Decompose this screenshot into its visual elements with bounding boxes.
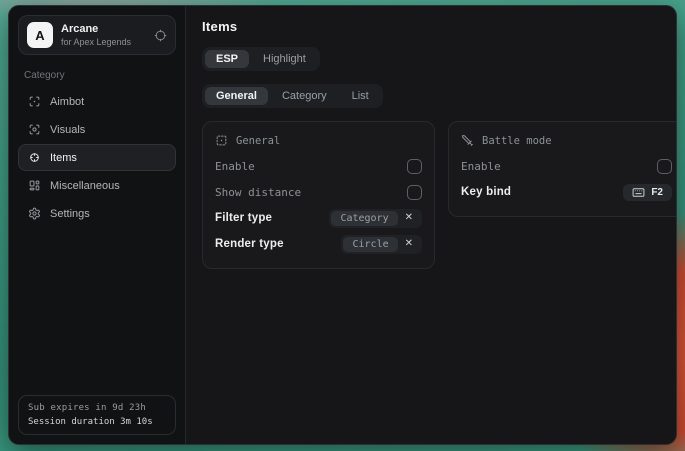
subscription-card: Sub expires in 9d 23h Session duration 3…	[18, 395, 176, 435]
sidebar-item-label: Visuals	[50, 124, 85, 136]
general-card: General Enable Show distance Filter type…	[202, 121, 435, 269]
app-logo: A	[27, 22, 53, 48]
filter-type-clear-x-icon[interactable]: ✕	[398, 213, 420, 223]
app-subtitle: for Apex Legends	[61, 37, 131, 47]
mode-tabs: ESP Highlight	[202, 47, 320, 71]
sidebar-item-miscellaneous[interactable]: Miscellaneous	[18, 172, 176, 199]
battle-mode-card: Battle mode Enable Key bind	[448, 121, 677, 217]
render-type-value[interactable]: Circle	[343, 237, 397, 252]
sidebar-item-settings[interactable]: Settings	[18, 200, 176, 227]
battle-enable-label: Enable	[461, 160, 501, 173]
sidebar-item-label: Miscellaneous	[50, 180, 120, 192]
filter-type-label: Filter type	[215, 212, 272, 224]
page-title: Items	[202, 19, 677, 34]
view-tabs: General Category List	[202, 84, 383, 108]
render-type-row: Render type Circle ✕	[215, 231, 422, 257]
app-window: A Arcane for Apex Legends Category	[8, 5, 677, 445]
show-distance-label: Show distance	[215, 186, 301, 199]
key-bind-row: Key bind F2	[461, 179, 672, 205]
tab-general[interactable]: General	[205, 87, 268, 105]
tab-list[interactable]: List	[341, 87, 380, 105]
render-type-select[interactable]: Circle ✕	[341, 235, 422, 254]
render-type-clear-x-icon[interactable]: ✕	[398, 239, 420, 249]
battle-enable-checkbox[interactable]	[657, 159, 672, 174]
category-label: Category	[24, 70, 170, 81]
general-card-title: General	[236, 135, 280, 147]
visuals-scan-eye-icon	[28, 123, 41, 136]
sidebar-nav: Aimbot Visuals Items	[18, 88, 176, 227]
app-name: Arcane	[61, 23, 131, 35]
aimbot-scan-icon	[28, 95, 41, 108]
keyboard-icon	[632, 187, 645, 198]
sidebar-item-aimbot[interactable]: Aimbot	[18, 88, 176, 115]
filter-type-select[interactable]: Category ✕	[329, 209, 422, 228]
sidebar-item-label: Items	[50, 152, 77, 164]
battle-mode-card-header: Battle mode	[461, 134, 672, 147]
show-distance-row: Show distance	[215, 179, 422, 205]
key-bind-value: F2	[651, 187, 663, 198]
tab-esp[interactable]: ESP	[205, 50, 249, 68]
enable-checkbox[interactable]	[407, 159, 422, 174]
tab-category[interactable]: Category	[271, 87, 338, 105]
show-distance-checkbox[interactable]	[407, 185, 422, 200]
enable-row: Enable	[215, 153, 422, 179]
sidebar-spacer	[18, 227, 176, 395]
sidebar-item-visuals[interactable]: Visuals	[18, 116, 176, 143]
general-card-header: General	[215, 134, 422, 147]
sidebar-item-label: Settings	[50, 208, 90, 220]
key-bind-button[interactable]: F2	[623, 184, 672, 201]
main-panel: Items ESP Highlight General Category Lis…	[186, 6, 677, 444]
enable-label: Enable	[215, 160, 255, 173]
sidebar-item-items[interactable]: Items	[18, 144, 176, 171]
crosshair-icon[interactable]	[154, 29, 167, 42]
filter-type-value[interactable]: Category	[331, 211, 397, 226]
settings-gear-icon	[28, 207, 41, 220]
settings-cards: General Enable Show distance Filter type…	[202, 121, 677, 269]
tab-highlight[interactable]: Highlight	[252, 50, 317, 68]
dashed-box-icon	[215, 134, 228, 147]
filter-type-row: Filter type Category ✕	[215, 205, 422, 231]
miscellaneous-grid-icon	[28, 179, 41, 192]
sidebar-item-label: Aimbot	[50, 96, 84, 108]
battle-enable-row: Enable	[461, 153, 672, 179]
sword-icon	[461, 134, 474, 147]
items-target-icon	[28, 151, 41, 164]
render-type-label: Render type	[215, 238, 284, 250]
battle-mode-card-title: Battle mode	[482, 135, 552, 147]
sidebar: A Arcane for Apex Legends Category	[9, 6, 186, 444]
sub-expires-text: Sub expires in 9d 23h	[28, 403, 166, 413]
app-meta: Arcane for Apex Legends	[61, 23, 131, 47]
session-duration-text: Session duration 3m 10s	[28, 417, 166, 427]
app-header-card: A Arcane for Apex Legends	[18, 15, 176, 55]
key-bind-label: Key bind	[461, 186, 511, 198]
